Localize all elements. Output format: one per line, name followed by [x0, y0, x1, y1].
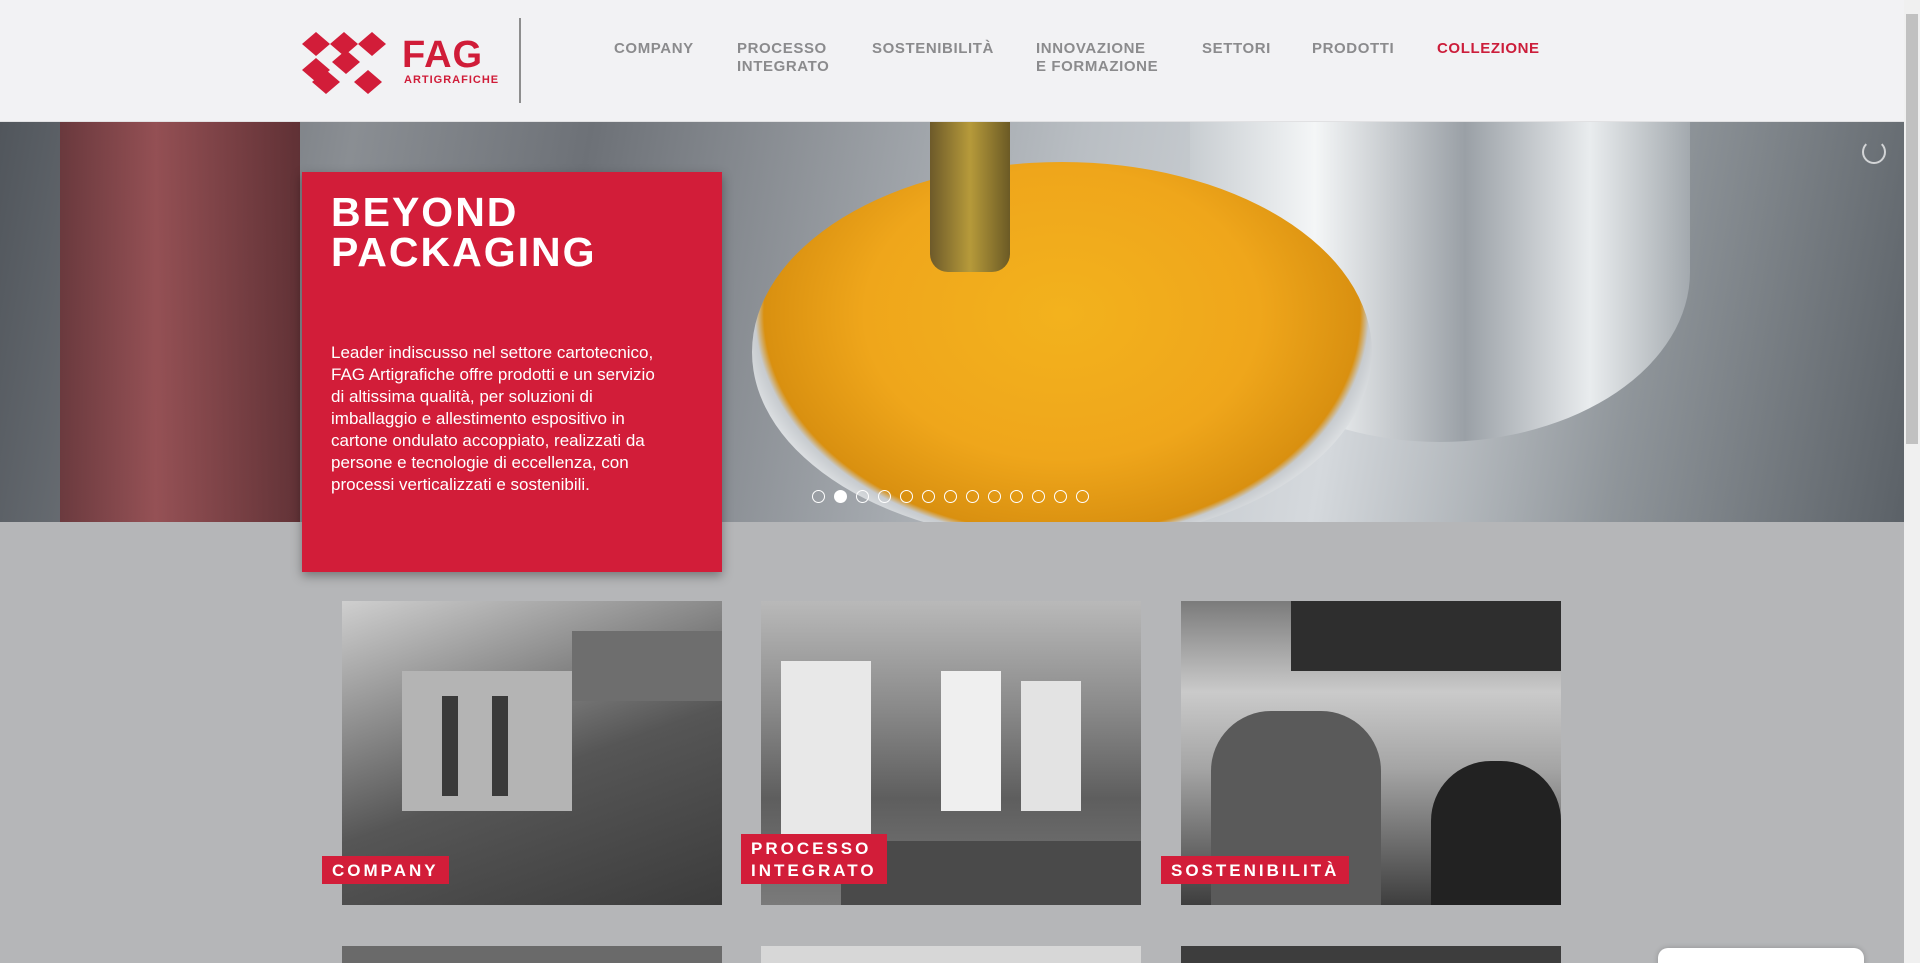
card-company-label[interactable]: COMPANY [322, 856, 449, 884]
hero-description: Leader indiscusso nel settore cartotecni… [331, 343, 655, 494]
hero-image-left [60, 122, 300, 522]
card-row2-right[interactable] [1181, 946, 1561, 963]
card-processo-integrato-label[interactable]: PROCESSO INTEGRATO [741, 834, 887, 884]
nav-processo-integrato[interactable]: PROCESSO INTEGRATO [737, 40, 829, 76]
slider-dot[interactable] [856, 490, 869, 503]
nav-sostenibilita[interactable]: SOSTENIBILITÀ [872, 40, 994, 58]
slider-dot[interactable] [1010, 490, 1023, 503]
card-company[interactable]: COMPANY [322, 601, 722, 905]
card-sostenibilita[interactable]: SOSTENIBILITÀ [1161, 601, 1561, 905]
card-row2-center[interactable] [761, 946, 1141, 963]
slider-dots [812, 490, 1089, 503]
logo-divider [519, 18, 521, 103]
hero-title: BEYOND PACKAGING [331, 189, 597, 275]
hero-image-nozzle [930, 122, 1010, 272]
logo-wordmark: FAG [402, 34, 484, 76]
site-header: FAG ARTIGRAFICHE COMPANY PROCESSO INTEGR… [0, 0, 1904, 122]
logo-subtitle: ARTIGRAFICHE [404, 74, 500, 86]
nav-settori[interactable]: SETTORI [1202, 40, 1271, 58]
slider-dot[interactable] [1076, 490, 1089, 503]
slider-dot[interactable] [900, 490, 913, 503]
slider-dot[interactable] [1054, 490, 1067, 503]
slider-dot[interactable] [944, 490, 957, 503]
slider-dot[interactable] [878, 490, 891, 503]
card-row2-left[interactable] [342, 946, 722, 963]
slider-dot[interactable] [1032, 490, 1045, 503]
chat-widget[interactable] [1658, 948, 1864, 963]
slider-dot[interactable] [812, 490, 825, 503]
nav-collezione[interactable]: COLLEZIONE [1437, 40, 1540, 58]
nav-prodotti[interactable]: PRODOTTI [1312, 40, 1394, 58]
scrollbar-thumb[interactable] [1906, 14, 1918, 444]
card-sostenibilita-label[interactable]: SOSTENIBILITÀ [1161, 856, 1350, 884]
slider-dot[interactable] [966, 490, 979, 503]
hero-callout: BEYOND PACKAGING Leader indiscusso nel s… [302, 172, 722, 572]
slider-dot[interactable] [834, 490, 847, 503]
hero-slider [0, 122, 1904, 522]
card-processo-integrato[interactable]: PROCESSO INTEGRATO [741, 601, 1141, 905]
hero-image-paint [752, 162, 1372, 522]
slider-dot[interactable] [922, 490, 935, 503]
nav-innovazione-formazione[interactable]: INNOVAZIONE E FORMAZIONE [1036, 40, 1158, 76]
loading-spinner-icon [1862, 140, 1886, 164]
slider-dot[interactable] [988, 490, 1001, 503]
nav-company[interactable]: COMPANY [614, 40, 694, 58]
